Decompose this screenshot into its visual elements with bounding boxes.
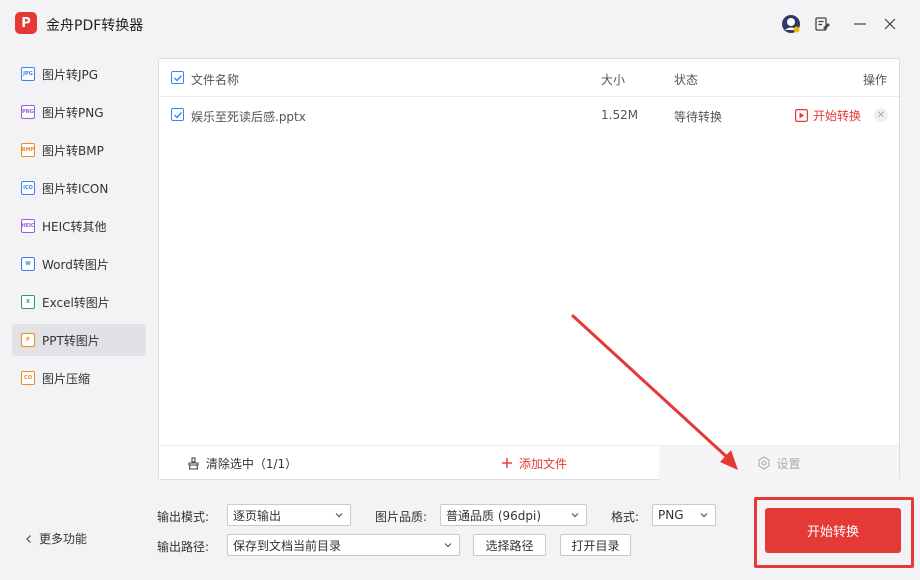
col-header-action: 操作 bbox=[863, 73, 888, 87]
check-icon bbox=[173, 74, 182, 82]
sidebar-item-label: HEIC转其他 bbox=[42, 219, 107, 234]
feedback-icon[interactable] bbox=[812, 14, 832, 34]
row-checkbox[interactable] bbox=[171, 108, 184, 121]
output-mode-value: 逐页输出 bbox=[233, 508, 282, 523]
col-header-name: 文件名称 bbox=[191, 73, 240, 87]
settings-label: 设置 bbox=[776, 456, 801, 471]
check-icon bbox=[173, 111, 182, 119]
more-features-label: 更多功能 bbox=[39, 532, 88, 546]
sidebar-item-label: 图片转BMP bbox=[42, 143, 104, 158]
compress-icon: CO bbox=[21, 371, 35, 385]
plus-icon bbox=[501, 458, 512, 468]
ppt-icon: P bbox=[21, 333, 35, 347]
chevron-down-icon bbox=[699, 509, 709, 523]
more-features-link[interactable]: 更多功能 bbox=[24, 530, 87, 547]
table-row[interactable]: 娱乐至死读后感.pptx 1.52M 等待转换 开始转换 ✕ bbox=[159, 97, 899, 133]
play-icon bbox=[795, 109, 808, 122]
png-icon: PNG bbox=[21, 105, 35, 119]
excel-icon: X bbox=[21, 295, 35, 309]
sidebar-item-2[interactable]: PNG 图片转PNG bbox=[12, 96, 146, 128]
quality-label: 图片品质: bbox=[375, 510, 428, 524]
sidebar-item-9[interactable]: CO 图片压缩 bbox=[12, 362, 146, 394]
sidebar-item-1[interactable]: JPG 图片转JPG bbox=[12, 58, 146, 90]
col-header-status: 状态 bbox=[674, 73, 699, 87]
sidebar-item-6[interactable]: W Word转图片 bbox=[12, 248, 146, 280]
sidebar-item-label: 图片转PNG bbox=[42, 105, 104, 120]
format-label: 格式: bbox=[611, 510, 640, 524]
row-start-convert-label: 开始转换 bbox=[813, 109, 862, 123]
sidebar-item-label: 图片转JPG bbox=[42, 67, 99, 82]
format-value: PNG bbox=[658, 508, 684, 522]
choose-path-button[interactable]: 选择路径 bbox=[473, 534, 546, 556]
file-name: 娱乐至死读后感.pptx bbox=[191, 110, 306, 124]
action-bar: 清除选中（1/1） 添加文件 设置 bbox=[159, 445, 899, 480]
sidebar-item-8[interactable]: P PPT转图片 bbox=[12, 324, 146, 356]
sidebar-item-4[interactable]: ICO 图片转ICON bbox=[12, 172, 146, 204]
jpg-icon: JPG bbox=[21, 67, 35, 81]
gear-icon bbox=[758, 456, 771, 470]
clear-selected-button[interactable]: 清除选中（1/1） bbox=[159, 446, 325, 480]
sidebar-item-label: PPT转图片 bbox=[42, 333, 100, 348]
brush-icon bbox=[188, 456, 199, 470]
col-header-size: 大小 bbox=[601, 73, 626, 87]
output-path-value: 保存到文档当前目录 bbox=[233, 538, 342, 553]
output-path-label: 输出路径: bbox=[157, 540, 210, 554]
sidebar-item-3[interactable]: BMP 图片转BMP bbox=[12, 134, 146, 166]
sidebar-item-5[interactable]: HEIC HEIC转其他 bbox=[12, 210, 146, 242]
file-list-panel: 文件名称 大小 状态 操作 娱乐至死读后感.pptx 1.52M 等待转换 开始… bbox=[158, 58, 900, 480]
file-size: 1.52M bbox=[601, 108, 639, 122]
close-icon[interactable] bbox=[880, 14, 900, 34]
title-bar: P 金舟PDF转换器 bbox=[0, 0, 920, 48]
output-mode-label: 输出模式: bbox=[157, 510, 210, 524]
sidebar-item-label: Word转图片 bbox=[42, 257, 109, 272]
bmp-icon: BMP bbox=[21, 143, 35, 157]
add-file-label: 添加文件 bbox=[518, 456, 567, 471]
quality-value: 普通品质 (96dpi) bbox=[446, 508, 542, 523]
word-icon: W bbox=[21, 257, 35, 271]
row-start-convert-button[interactable]: 开始转换 bbox=[795, 107, 861, 124]
chevron-down-icon bbox=[443, 539, 453, 553]
output-path-select[interactable]: 保存到文档当前目录 bbox=[227, 534, 460, 556]
chevron-down-icon bbox=[570, 509, 580, 523]
settings-button[interactable]: 设置 bbox=[659, 446, 899, 480]
chevron-down-icon bbox=[334, 509, 344, 523]
select-all-checkbox[interactable] bbox=[171, 71, 184, 84]
remove-file-icon[interactable]: ✕ bbox=[874, 108, 888, 122]
format-select[interactable]: PNG bbox=[652, 504, 716, 526]
app-title: 金舟PDF转换器 bbox=[46, 18, 144, 34]
ico-icon: ICO bbox=[21, 181, 35, 195]
heic-icon: HEIC bbox=[21, 219, 35, 233]
chevron-left-icon bbox=[26, 534, 31, 543]
file-status: 等待转换 bbox=[674, 110, 723, 124]
app-logo: P bbox=[15, 12, 37, 34]
quality-select[interactable]: 普通品质 (96dpi) bbox=[440, 504, 587, 526]
add-file-button[interactable]: 添加文件 bbox=[459, 446, 609, 480]
clear-selected-label: 清除选中（1/1） bbox=[205, 456, 298, 471]
minimize-icon[interactable] bbox=[850, 14, 870, 34]
open-directory-button[interactable]: 打开目录 bbox=[560, 534, 631, 556]
sidebar-item-label: Excel转图片 bbox=[42, 295, 110, 310]
table-header: 文件名称 大小 状态 操作 bbox=[159, 59, 899, 97]
user-avatar-icon[interactable] bbox=[781, 14, 801, 34]
sidebar-item-label: 图片转ICON bbox=[42, 181, 109, 196]
sidebar-item-7[interactable]: X Excel转图片 bbox=[12, 286, 146, 318]
output-mode-select[interactable]: 逐页输出 bbox=[227, 504, 351, 526]
start-convert-button[interactable]: 开始转换 bbox=[765, 508, 901, 553]
sidebar-item-label: 图片压缩 bbox=[42, 371, 91, 386]
